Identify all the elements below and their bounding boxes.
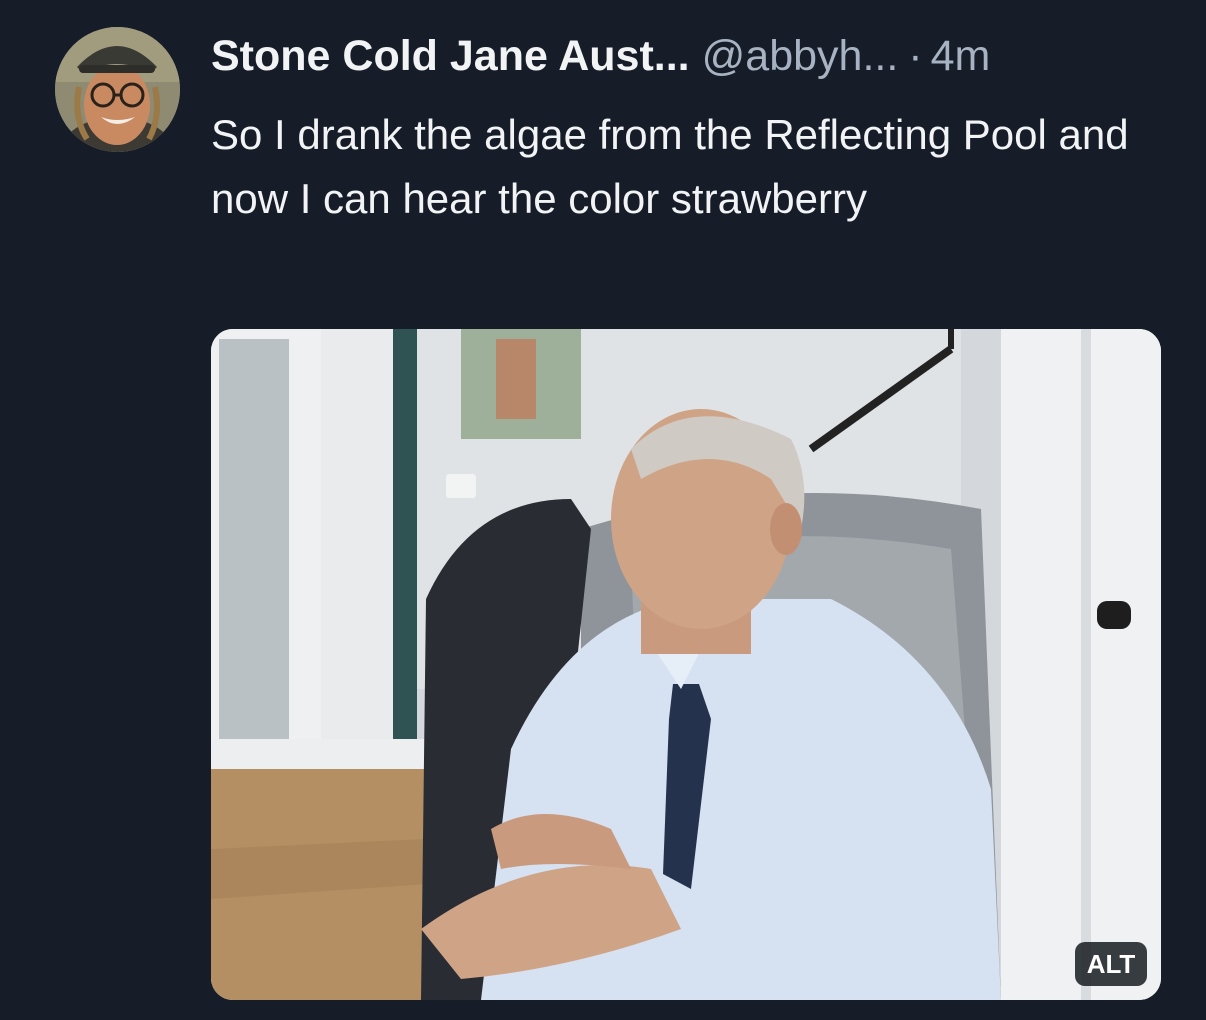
alt-text-button[interactable]: ALT <box>1075 942 1147 986</box>
post-header: Stone Cold Jane Aust... @abbyh... · 4m <box>211 28 990 84</box>
media-photo <box>211 329 1161 1000</box>
post-media-image[interactable]: ALT <box>211 329 1161 1000</box>
header-separator: · <box>908 32 923 80</box>
post[interactable]: Stone Cold Jane Aust... @abbyh... · 4m So I… <box>0 0 1206 1020</box>
author-handle[interactable]: @abbyh... <box>702 32 899 80</box>
post-timestamp[interactable]: 4m <box>931 32 991 80</box>
author-avatar[interactable] <box>55 27 180 152</box>
author-display-name[interactable]: Stone Cold Jane Aust... <box>211 32 690 80</box>
post-text: So I drank the algae from the Reflecting… <box>211 111 1129 222</box>
avatar-photo-icon <box>55 27 180 152</box>
